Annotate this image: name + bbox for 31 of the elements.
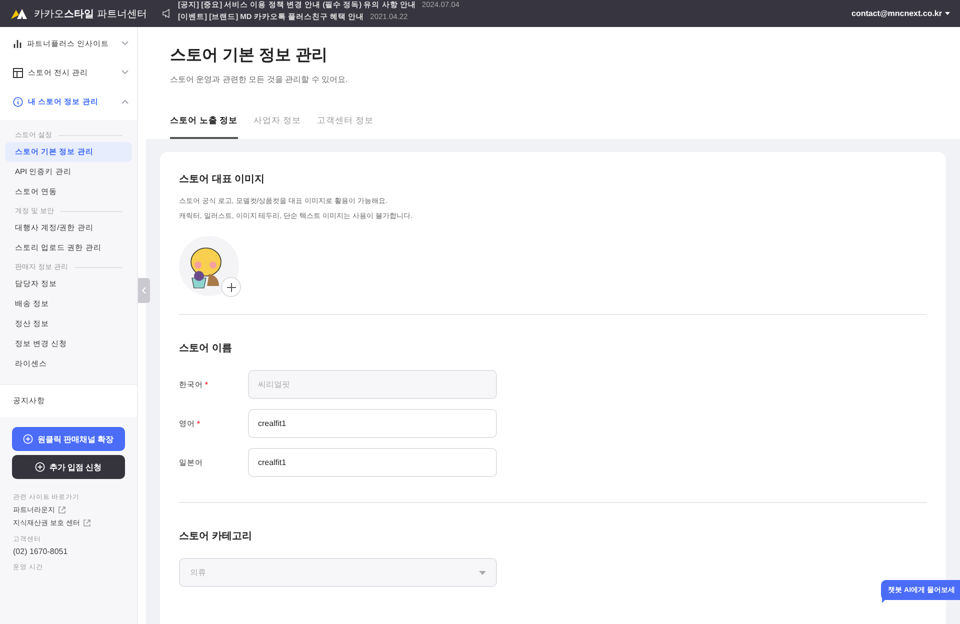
collapse-handle[interactable] bbox=[138, 278, 150, 303]
account-email[interactable]: contact@mncnext.co.kr bbox=[852, 9, 942, 18]
dropdown-icon bbox=[479, 570, 486, 574]
external-link-icon bbox=[58, 506, 66, 514]
site-title[interactable]: 카카오스타일 파트너센터 bbox=[34, 6, 147, 20]
section-title: 스토어 카테고리 bbox=[179, 530, 253, 543]
page-title: 스토어 기본 정보 관리 bbox=[170, 46, 328, 66]
plus-circle-icon bbox=[23, 434, 34, 444]
plus-icon bbox=[226, 282, 236, 292]
expand-channel-button[interactable]: 원클릭 판매채널 확장 bbox=[12, 427, 125, 451]
external-link-icon bbox=[82, 519, 91, 527]
chevron-icon bbox=[121, 41, 129, 46]
add-image-button[interactable] bbox=[221, 277, 241, 297]
phone-number: (02) 1670-8051 bbox=[13, 547, 69, 556]
name-input[interactable]: crealfit1 bbox=[248, 448, 497, 477]
dropdown-icon bbox=[945, 12, 950, 15]
page-subtitle: 스토어 운영과 관련한 모든 것을 관리할 수 있어요. bbox=[170, 74, 349, 85]
section-title: 스토어 이름 bbox=[179, 342, 233, 355]
chevron-icon bbox=[121, 70, 129, 75]
chevron-left-icon bbox=[142, 287, 146, 294]
tab[interactable]: 스토어 노출 정보 bbox=[170, 115, 238, 139]
plus-circle-icon bbox=[35, 462, 46, 472]
info-icon bbox=[13, 96, 23, 106]
megaphone-icon bbox=[162, 9, 172, 18]
section-title: 스토어 대표 이미지 bbox=[179, 173, 266, 186]
bar-chart-icon bbox=[13, 39, 22, 48]
chevron-icon bbox=[121, 99, 129, 104]
logo-icon bbox=[10, 8, 28, 20]
apply-button[interactable]: 추가 입점 신청 bbox=[12, 455, 125, 479]
name-input[interactable]: crealfit1 bbox=[248, 409, 497, 438]
layout-icon bbox=[13, 68, 23, 78]
